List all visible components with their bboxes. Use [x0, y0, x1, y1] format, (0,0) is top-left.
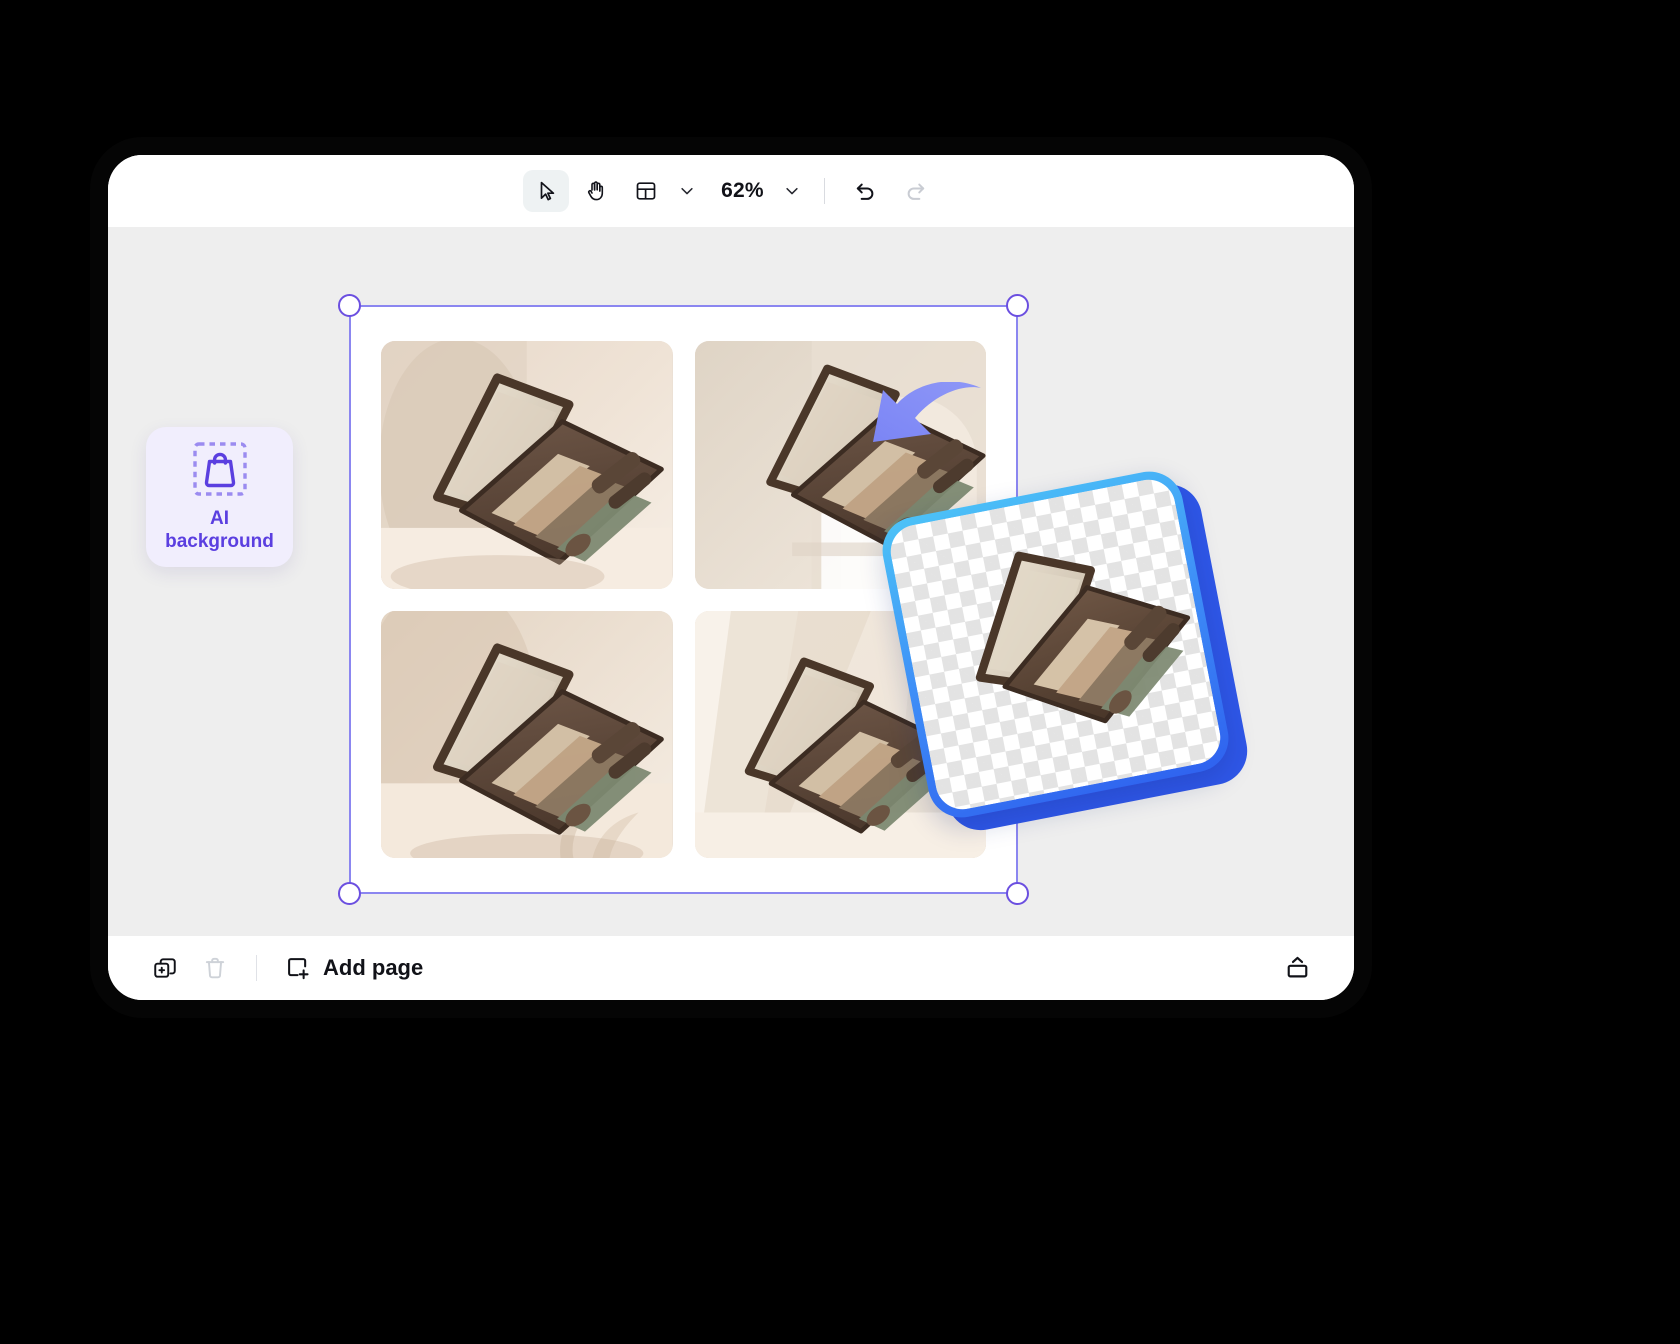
editor-canvas[interactable]: AI background [108, 227, 1354, 936]
redo-arrow-icon [903, 179, 928, 204]
thumbnail-item[interactable] [381, 341, 673, 589]
curved-arrow [853, 382, 983, 467]
trash-icon [202, 955, 228, 981]
ai-background-label-line2: background [165, 531, 274, 552]
add-page-button[interactable]: Add page [275, 951, 433, 985]
duplicate-icon [152, 955, 178, 981]
ai-background-chip[interactable]: AI background [146, 427, 293, 567]
chevron-down-icon [783, 182, 801, 200]
hand-icon [584, 179, 608, 203]
bottom-toolbar: Add page [108, 936, 1354, 1000]
undo-arrow-icon [853, 179, 878, 204]
cursor-arrow-icon [534, 179, 558, 203]
curved-arrow-icon [853, 382, 983, 467]
thumbnail-item[interactable] [381, 610, 673, 858]
export-button[interactable] [1274, 946, 1320, 990]
cutout-product-image [976, 551, 1191, 724]
ai-background-label-line1: AI [209, 508, 229, 530]
select-tool-button[interactable] [523, 170, 570, 212]
zoom-dropdown-chevron[interactable] [778, 171, 806, 211]
toolbar-divider [823, 178, 825, 204]
hand-tool-button[interactable] [573, 170, 619, 212]
layout-tool-button[interactable] [623, 170, 669, 212]
layout-dropdown-chevron[interactable] [673, 171, 701, 211]
chevron-down-icon [678, 182, 696, 200]
transparency-checkerboard [886, 475, 1225, 814]
duplicate-button[interactable] [142, 946, 188, 990]
cutout-card[interactable] [876, 465, 1235, 824]
ai-background-label: AI background [165, 508, 274, 554]
delete-button[interactable] [192, 946, 238, 990]
add-page-label: Add page [323, 955, 424, 980]
redo-button[interactable] [893, 170, 939, 212]
undo-button[interactable] [843, 170, 889, 212]
bottom-toolbar-divider [256, 955, 257, 981]
app-window: 62% AI background Add page [108, 155, 1354, 1000]
layout-grid-icon [634, 179, 658, 203]
add-page-icon [285, 955, 311, 981]
ai-background-bag-icon [191, 440, 249, 498]
top-toolbar: 62% [108, 155, 1354, 227]
export-upload-icon [1284, 955, 1311, 982]
zoom-level-value[interactable]: 62% [705, 179, 774, 203]
toolbar-group: 62% [523, 170, 939, 212]
